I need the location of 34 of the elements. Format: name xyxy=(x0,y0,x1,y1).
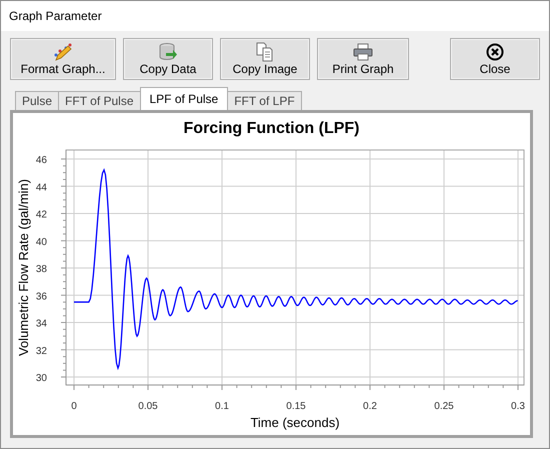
close-icon xyxy=(486,43,504,61)
close-button[interactable]: Close xyxy=(450,38,540,80)
x-axis-title: Time (seconds) xyxy=(250,415,340,430)
tab[interactable]: FFT of LPF xyxy=(227,91,302,110)
y-tick-label: 30 xyxy=(36,373,47,384)
chart-title: Forcing Function (LPF) xyxy=(184,120,360,137)
y-tick-label: 34 xyxy=(36,318,47,330)
x-tick-label: 0 xyxy=(71,401,77,412)
toolbar-button[interactable]: Format Graph... xyxy=(10,38,116,80)
printer-icon xyxy=(353,43,373,61)
y-tick-label: 44 xyxy=(36,182,47,194)
x-tick-label: 0.1 xyxy=(215,401,229,412)
x-tick-label: 0.15 xyxy=(286,401,306,412)
window-title: Graph Parameter xyxy=(1,1,549,31)
y-tick-label: 42 xyxy=(36,210,47,220)
tab[interactable]: Pulse xyxy=(15,91,60,110)
toolbar-button[interactable]: Copy Image xyxy=(220,38,310,80)
y-tick-label: 40 xyxy=(36,236,47,248)
y-tick-label: 36 xyxy=(36,291,47,302)
x-tick-label: 0.2 xyxy=(363,401,377,412)
y-axis-title: Volumetric Flow Rate (gal/min) xyxy=(16,179,31,356)
x-tick-label: 0.3 xyxy=(511,401,525,412)
pencil-icon xyxy=(53,43,73,61)
x-tick-label: 0.05 xyxy=(138,401,158,412)
tab[interactable]: LPF of Pulse xyxy=(140,87,228,110)
tab[interactable]: FFT of Pulse xyxy=(58,91,140,110)
documents-icon xyxy=(256,42,274,62)
y-tick-label: 38 xyxy=(36,264,47,275)
x-tick-label: 0.25 xyxy=(434,401,454,412)
toolbar-button[interactable]: Copy Data xyxy=(123,38,213,80)
toolbar-button[interactable]: Print Graph xyxy=(317,38,409,80)
y-tick-label: 46 xyxy=(36,155,47,166)
y-tick-label: 32 xyxy=(36,346,47,357)
database-icon xyxy=(158,42,178,62)
